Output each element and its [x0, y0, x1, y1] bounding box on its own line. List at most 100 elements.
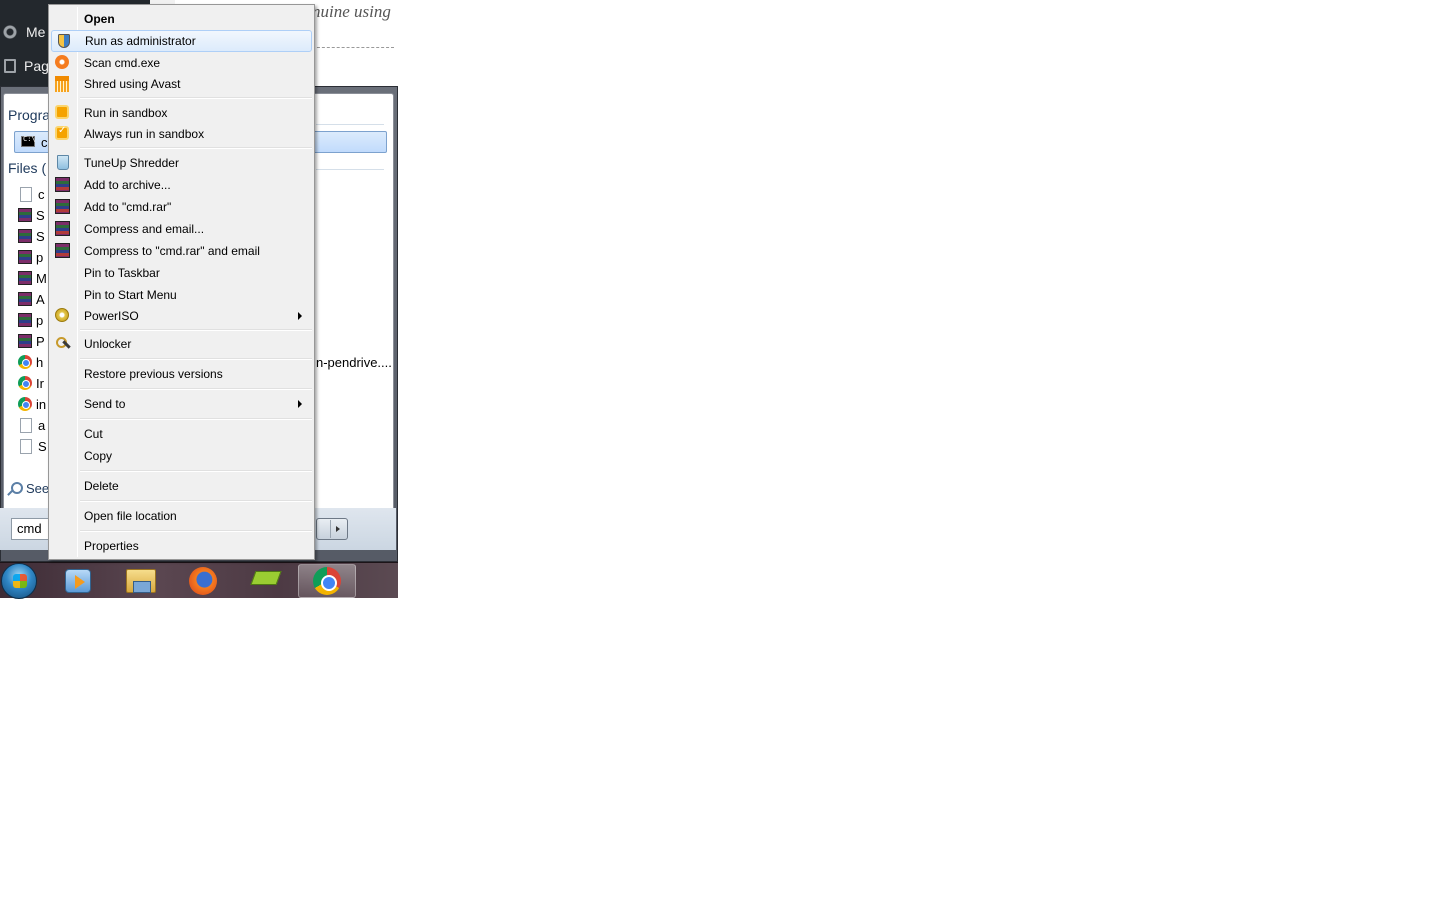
search-input[interactable]: cmd — [11, 518, 51, 540]
file-label: S — [38, 438, 47, 454]
winrar-icon — [18, 250, 32, 264]
menu-item-label: TuneUp Shredder — [84, 156, 179, 170]
menu-item-always-run-in-sandbox[interactable]: Always run in sandbox — [51, 123, 312, 145]
winrar-icon — [55, 243, 70, 258]
menu-item-label: Run as administrator — [85, 34, 196, 48]
menu-item-label: Compress and email... — [84, 222, 205, 236]
bluestacks-icon — [251, 569, 279, 593]
menu-item-delete[interactable]: Delete — [51, 475, 312, 497]
see-more-label: See — [26, 481, 50, 496]
avast-icon — [55, 55, 69, 69]
admin-menu-item-pages[interactable]: Pag — [2, 56, 49, 76]
file-result[interactable]: S — [18, 436, 48, 456]
document-icon — [20, 438, 32, 454]
file-result[interactable]: c — [18, 184, 48, 204]
menu-item-shred-avast[interactable]: Shred using Avast — [51, 73, 312, 95]
start-orb-icon[interactable] — [1, 563, 37, 599]
admin-menu-label: Me — [26, 24, 46, 40]
menu-item-properties[interactable]: Properties — [51, 535, 312, 557]
winrar-icon — [18, 271, 32, 285]
winrar-icon — [18, 313, 32, 327]
menu-item-label: Delete — [84, 479, 119, 493]
taskbar-bluestacks[interactable] — [236, 564, 294, 598]
menu-item-unlocker[interactable]: Unlocker — [51, 333, 312, 355]
file-result[interactable]: p — [18, 310, 48, 330]
menu-separator — [80, 470, 312, 472]
menu-item-run-as-administrator[interactable]: Run as administrator — [51, 30, 312, 52]
menu-separator — [80, 388, 312, 390]
menu-item-add-to-rar[interactable]: Add to "cmd.rar" — [51, 196, 312, 218]
menu-item-run-in-sandbox[interactable]: Run in sandbox — [51, 102, 312, 124]
menu-item-label: Always run in sandbox — [84, 127, 205, 141]
menu-item-pin-to-start-menu[interactable]: Pin to Start Menu — [51, 284, 312, 306]
menu-item-cut[interactable]: Cut — [51, 423, 312, 445]
menu-item-label: Open — [84, 12, 115, 26]
taskbar-chrome[interactable] — [298, 564, 356, 598]
menu-item-open[interactable]: Open — [51, 8, 312, 30]
menu-separator — [80, 329, 312, 331]
menu-item-open-file-location[interactable]: Open file location — [51, 505, 312, 527]
menu-item-label: Add to archive... — [84, 178, 171, 192]
file-result[interactable]: A — [18, 289, 48, 309]
file-label: p — [36, 312, 44, 328]
menu-item-send-to[interactable]: Send to — [51, 393, 312, 415]
taskbar-media-player[interactable] — [49, 564, 107, 598]
menu-item-label: Run in sandbox — [84, 106, 168, 120]
admin-menu-item-settings[interactable]: Me — [2, 22, 45, 42]
chrome-icon — [18, 397, 32, 411]
taskbar-firefox[interactable] — [174, 564, 232, 598]
menu-item-poweriso[interactable]: PowerISO — [51, 305, 312, 327]
winrar-icon — [55, 199, 70, 214]
taskbar-file-explorer[interactable] — [112, 564, 170, 598]
file-result-name[interactable]: n-pendrive.... — [316, 355, 392, 370]
menu-separator — [80, 358, 312, 360]
winrar-icon — [18, 292, 32, 306]
submenu-arrow-icon — [298, 312, 302, 320]
menu-separator — [80, 418, 312, 420]
menu-item-label: Pin to Taskbar — [84, 266, 160, 280]
menu-item-restore-previous-versions[interactable]: Restore previous versions — [51, 363, 312, 385]
uac-shield-icon — [58, 34, 70, 48]
menu-item-label: Restore previous versions — [84, 367, 223, 381]
menu-separator — [80, 500, 312, 502]
menu-item-label: PowerISO — [84, 309, 139, 323]
menu-item-label: Shred using Avast — [84, 77, 181, 91]
file-result[interactable]: h — [18, 352, 48, 372]
menu-item-copy[interactable]: Copy — [51, 445, 312, 467]
shutdown-options-button[interactable] — [316, 518, 348, 540]
menu-item-label: Compress to "cmd.rar" and email — [84, 244, 260, 258]
file-result[interactable]: S — [18, 226, 48, 246]
programs-heading: Progra — [8, 107, 51, 123]
winrar-icon — [18, 208, 32, 222]
menu-separator — [80, 530, 312, 532]
menu-item-tuneup-shredder[interactable]: TuneUp Shredder — [51, 152, 312, 174]
file-label: A — [36, 291, 45, 307]
divider — [330, 520, 331, 538]
avast-shredder-icon — [55, 76, 69, 92]
unlocker-icon — [55, 336, 71, 352]
see-more-results-link[interactable]: See — [7, 481, 49, 496]
menu-item-compress-and-email[interactable]: Compress and email... — [51, 218, 312, 240]
menu-item-compress-to-rar-and-email[interactable]: Compress to "cmd.rar" and email — [51, 240, 312, 262]
file-label: in — [36, 396, 46, 412]
file-label: S — [36, 228, 45, 244]
file-result[interactable]: a — [18, 415, 48, 435]
menu-item-pin-to-taskbar[interactable]: Pin to Taskbar — [51, 262, 312, 284]
file-result[interactable]: in — [18, 394, 48, 414]
file-result[interactable]: S — [18, 205, 48, 225]
file-result[interactable]: M — [18, 268, 48, 288]
menu-item-add-to-archive[interactable]: Add to archive... — [51, 174, 312, 196]
menu-item-scan[interactable]: Scan cmd.exe — [51, 52, 312, 74]
file-result[interactable]: p — [18, 247, 48, 267]
menu-item-label: Pin to Start Menu — [84, 288, 177, 302]
document-icon — [20, 186, 32, 202]
context-menu: Open Run as administrator Scan cmd.exe S… — [48, 4, 315, 560]
file-label: S — [36, 207, 45, 223]
document-icon — [20, 417, 32, 433]
menu-item-label: Unlocker — [84, 337, 132, 351]
file-result[interactable]: P — [18, 331, 48, 351]
winrar-icon — [18, 334, 32, 348]
menu-item-label: Copy — [84, 449, 113, 463]
sandbox-check-icon — [55, 125, 69, 140]
file-result[interactable]: Ir — [18, 373, 48, 393]
